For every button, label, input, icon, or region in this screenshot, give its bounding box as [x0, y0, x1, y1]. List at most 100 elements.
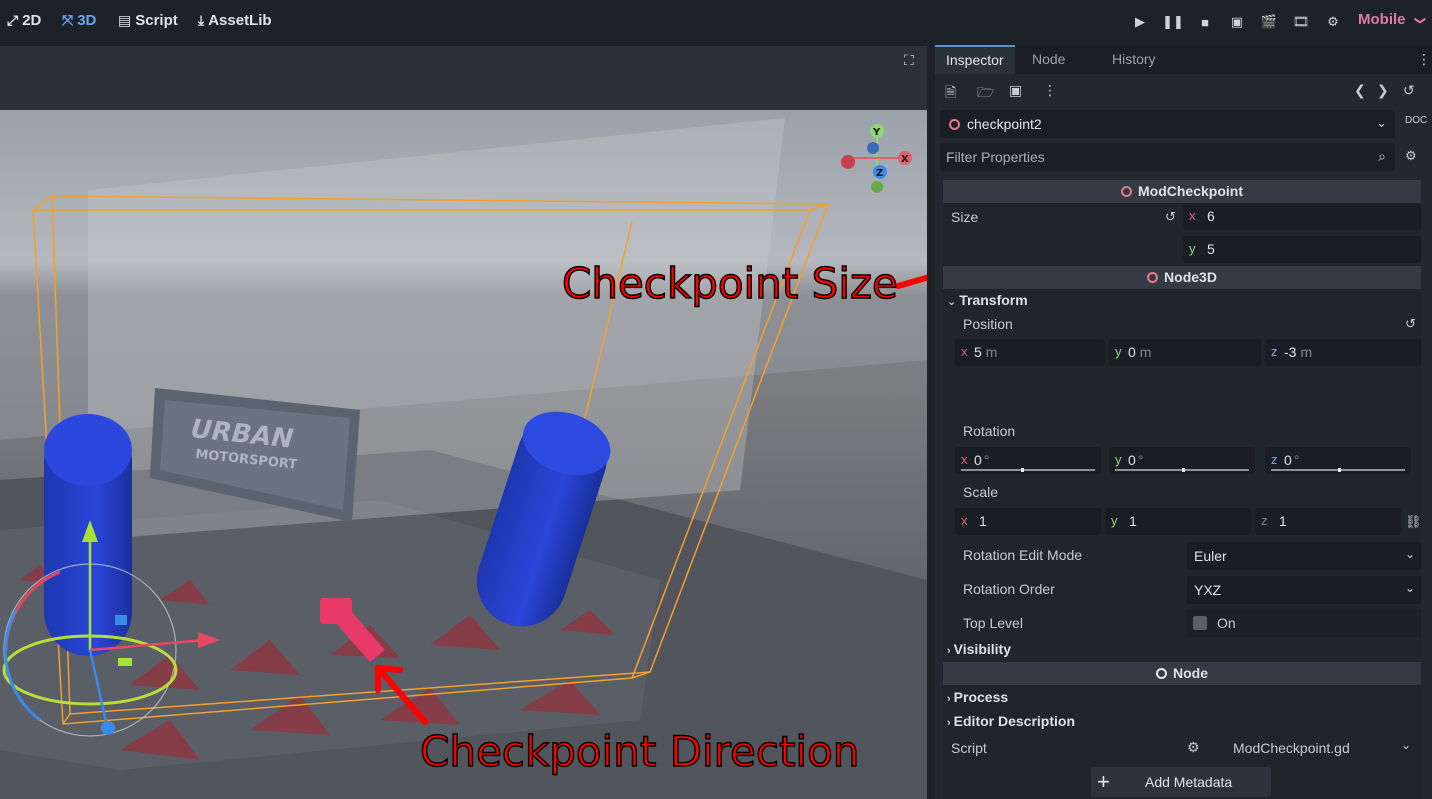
rotation-y-field[interactable]: y 0 °: [1109, 447, 1255, 474]
link-icon[interactable]: ⛓: [1405, 514, 1422, 530]
viewport-toolbar: [0, 46, 927, 110]
script-field[interactable]: ⚙ ModCheckpoint.gd ⌄: [1181, 734, 1421, 762]
scene-view[interactable]: URBAN MOTORSPORT Y X Z Checkpoint Size C…: [0, 110, 927, 799]
script-icon: ▤: [118, 12, 132, 28]
group-editor-description[interactable]: › Editor Description: [947, 713, 1075, 729]
more-options-icon[interactable]: ⋮: [1043, 82, 1057, 99]
object-selector[interactable]: checkpoint2 ⌄: [940, 110, 1395, 138]
history-forward-icon[interactable]: ❯: [1377, 82, 1389, 99]
3d-icon: ⤧: [62, 12, 74, 28]
movie-maker-icon: ⚙: [1327, 14, 1339, 29]
axis-y-label: Y: [872, 127, 881, 138]
axis-x-label: X: [901, 154, 909, 165]
group-visibility[interactable]: › Visibility: [947, 641, 1011, 657]
rotation-edit-mode-select[interactable]: Euler ⌄: [1187, 542, 1421, 570]
pause-button[interactable]: ❚❚: [1160, 10, 1186, 34]
rotation-order-label: Rotation Order: [963, 581, 1055, 597]
play-scene-button[interactable]: 🎬: [1256, 10, 1282, 34]
remote-debug-button[interactable]: ▣: [1224, 10, 1250, 34]
renderer-select[interactable]: Mobile ❯: [1358, 11, 1426, 28]
tab-inspector[interactable]: Inspector: [935, 45, 1015, 74]
inspector-toolbar: 🗎 🗁 ▣ ⋮ ❮ ❯ ↺: [935, 75, 1432, 107]
open-folder-icon[interactable]: 🗁: [977, 82, 994, 106]
checkpoint-direction-annotation: Checkpoint Direction: [420, 727, 859, 776]
script-label: Script: [951, 740, 987, 756]
position-y-field[interactable]: y 0m: [1109, 339, 1261, 366]
rotation-x-slider[interactable]: [961, 468, 1095, 472]
play-custom-scene-icon: 🎞: [1292, 14, 1310, 29]
plus-icon: +: [1097, 769, 1110, 794]
play-scene-icon: 🎬: [1260, 14, 1278, 29]
3d-viewport[interactable]: ⛶ URBAN MOTORSPORT Y X Z Checkpoint Size…: [0, 46, 927, 799]
script-class-icon: [1121, 186, 1132, 197]
chevron-down-icon: ⌄: [1376, 115, 1387, 130]
gear-icon: ⚙: [1187, 739, 1200, 755]
tab-node[interactable]: Node: [1021, 45, 1076, 74]
size-y-field[interactable]: y 5: [1183, 236, 1421, 263]
rotation-z-slider[interactable]: [1271, 468, 1405, 472]
stop-icon: ■: [1201, 14, 1209, 30]
add-metadata-button[interactable]: + Add Metadata: [1091, 767, 1271, 797]
save-icon[interactable]: ▣: [1009, 82, 1022, 99]
top-level-row: On: [1187, 609, 1421, 637]
chevron-down-icon: ⌄: [1404, 581, 1415, 595]
rotation-order-select[interactable]: YXZ ⌄: [1187, 576, 1421, 604]
group-transform[interactable]: ⌄ Transform: [947, 292, 1028, 308]
rotation-x-field[interactable]: x 0 °: [955, 447, 1101, 474]
size-x-field[interactable]: x 6: [1183, 203, 1421, 230]
search-icon: ⌕: [1378, 148, 1386, 164]
scale-label: Scale: [963, 484, 999, 500]
movie-maker-button[interactable]: ⚙: [1320, 10, 1346, 34]
scale-y-field[interactable]: y 1: [1105, 508, 1251, 535]
mode-3d-button[interactable]: ⤧ 3D: [62, 12, 96, 29]
position-x-field[interactable]: x 5m: [955, 339, 1105, 366]
pause-icon: ❚❚: [1162, 14, 1184, 29]
mode-script-button[interactable]: ▤ Script: [118, 12, 178, 29]
mode-assetlib-button[interactable]: ⤓ AssetLib: [198, 12, 272, 29]
scale-x-field[interactable]: x 1: [955, 508, 1101, 535]
property-list: ModCheckpoint Size ↺ x 6 y 5 Node3D ⌄ Tra…: [943, 179, 1422, 799]
top-level-checkbox[interactable]: [1193, 616, 1207, 630]
chevron-down-icon: ❯: [1413, 15, 1426, 26]
node3d-class-icon: [1147, 272, 1159, 283]
main-toolbar: ⤢ 2D ⤧ 3D ▤ Script ⤓ AssetLib ▶ ❚❚ ■ ▣ 🎬…: [0, 0, 1432, 44]
chevron-right-icon: ›: [947, 645, 951, 657]
play-button[interactable]: ▶: [1127, 10, 1153, 34]
2d-icon: ⤢: [7, 12, 19, 28]
group-process[interactable]: › Process: [947, 689, 1008, 705]
fullscreen-icon[interactable]: ⛶: [904, 52, 914, 69]
rotation-z-field[interactable]: z 0 °: [1265, 447, 1411, 474]
node-class-icon: [1156, 668, 1167, 679]
top-level-label: Top Level: [963, 615, 1023, 631]
chevron-right-icon: ›: [947, 717, 951, 729]
chevron-down-icon: ⌄: [1401, 738, 1412, 752]
assetlib-icon: ⤓: [198, 12, 205, 28]
section-modcheckpoint[interactable]: ModCheckpoint: [943, 180, 1421, 203]
inspector-dock: Inspector Node History ⋮ 🗎 🗁 ▣ ⋮ ❮ ❯ ↺ c…: [935, 45, 1432, 799]
section-node[interactable]: Node: [943, 662, 1421, 685]
play-custom-scene-button[interactable]: 🎞: [1288, 10, 1314, 34]
section-node3d[interactable]: Node3D: [943, 266, 1421, 289]
history-icon[interactable]: ↺: [1403, 82, 1415, 99]
position-label: Position: [963, 316, 1013, 332]
size-label: Size: [951, 209, 979, 225]
dock-menu-icon[interactable]: ⋮: [1417, 51, 1431, 68]
stop-button[interactable]: ■: [1192, 10, 1218, 34]
checkpoint-size-annotation: Checkpoint Size: [562, 259, 898, 308]
open-docs-icon[interactable]: DOC: [1405, 115, 1427, 126]
chevron-down-icon: ⌄: [1404, 547, 1415, 561]
tools-icon[interactable]: ⚙: [1405, 148, 1417, 164]
new-resource-icon[interactable]: 🗎: [945, 82, 956, 106]
chevron-down-icon: ⌄: [947, 296, 957, 308]
scale-z-field[interactable]: z 1: [1255, 508, 1401, 535]
revert-icon[interactable]: ↺: [1165, 209, 1176, 225]
mode-2d-button[interactable]: ⤢ 2D: [7, 12, 41, 29]
rotation-y-slider[interactable]: [1115, 468, 1249, 472]
history-back-icon[interactable]: ❮: [1354, 82, 1366, 99]
remote-debug-icon: ▣: [1230, 14, 1244, 29]
position-z-field[interactable]: z -3 m: [1265, 339, 1421, 366]
revert-icon[interactable]: ↺: [1405, 316, 1416, 332]
tab-history[interactable]: History: [1101, 45, 1167, 74]
filter-properties-input[interactable]: Filter Properties ⌕: [940, 143, 1395, 171]
rotation-edit-mode-label: Rotation Edit Mode: [963, 547, 1083, 563]
